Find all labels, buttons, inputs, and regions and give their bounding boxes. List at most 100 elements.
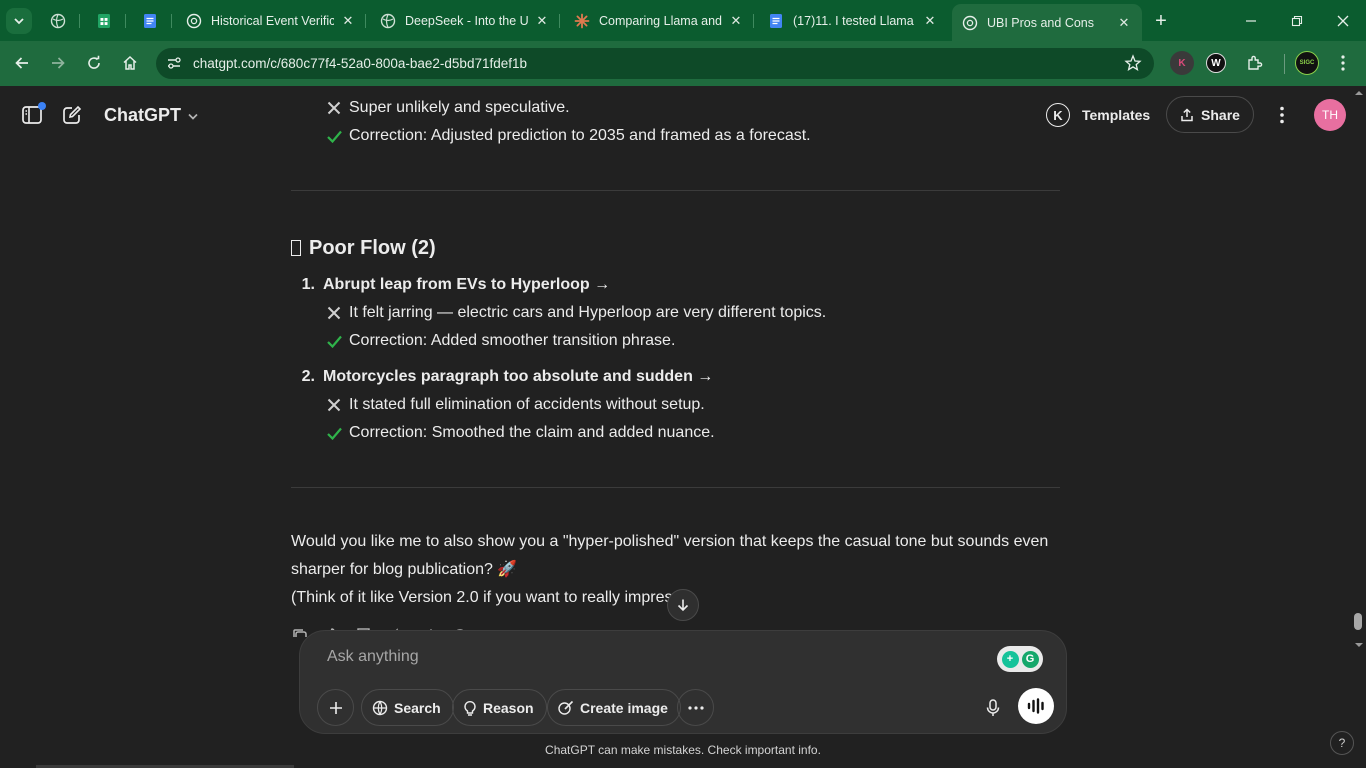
grammarly-widget[interactable]: + G bbox=[997, 646, 1043, 672]
grammarly-assist-icon: + bbox=[1001, 650, 1019, 668]
disclaimer-text: ChatGPT can make mistakes. Check importa… bbox=[545, 743, 821, 757]
toolbar-divider bbox=[1284, 54, 1285, 74]
address-bar[interactable]: chatgpt.com/c/680c77f4-52a0-800a-bae2-d5… bbox=[156, 48, 1154, 79]
scroll-up-arrow-icon[interactable] bbox=[1354, 90, 1364, 96]
extension-k-icon[interactable]: K bbox=[1170, 51, 1194, 75]
sidebar-toggle-icon[interactable] bbox=[20, 102, 46, 127]
check-icon bbox=[327, 335, 349, 348]
minimize-icon bbox=[1246, 19, 1256, 22]
close-tab-icon[interactable]: ✕ bbox=[340, 13, 356, 29]
restore-icon bbox=[1291, 15, 1303, 26]
numbered-item-title: 2. Motorcycles paragraph too absolute and… bbox=[301, 368, 714, 385]
browser-toolbar: chatgpt.com/c/680c77f4-52a0-800a-bae2-d5… bbox=[0, 41, 1366, 86]
help-button[interactable]: ? bbox=[1330, 731, 1354, 755]
closing-paragraph-line: (Think of it like Version 2.0 if you wan… bbox=[291, 589, 673, 606]
cross-icon bbox=[327, 398, 349, 412]
tab-comparing-llama[interactable]: Comparing Llama and ( ✕ bbox=[564, 6, 754, 35]
more-tools-button[interactable] bbox=[677, 689, 714, 726]
copy-icon[interactable] bbox=[291, 627, 309, 637]
tab-pinned-docs[interactable] bbox=[132, 6, 172, 35]
bookmark-star-icon[interactable] bbox=[1124, 54, 1142, 77]
browser-tab-strip: Historical Event Verifica ✕ DeepSeek - I… bbox=[0, 0, 1366, 41]
minimize-button[interactable] bbox=[1228, 0, 1274, 41]
voice-mode-button[interactable] bbox=[1018, 688, 1054, 724]
arrow-down-icon bbox=[677, 599, 689, 612]
close-tab-icon[interactable]: ✕ bbox=[922, 13, 938, 29]
plus-icon bbox=[329, 701, 342, 714]
docs-icon bbox=[768, 13, 784, 29]
close-tab-icon[interactable]: ✕ bbox=[534, 13, 550, 29]
back-button[interactable] bbox=[8, 49, 36, 77]
microphone-icon bbox=[986, 699, 1000, 716]
profile-avatar[interactable]: SIGC bbox=[1295, 51, 1319, 75]
templates-label: Templates bbox=[1082, 107, 1151, 123]
model-name: ChatGPT bbox=[104, 105, 182, 125]
chevron-down-icon bbox=[14, 18, 24, 25]
app-header: ChatGPT K Templates Share TH bbox=[0, 86, 1352, 144]
dictate-button[interactable] bbox=[976, 691, 1010, 725]
close-icon bbox=[1337, 15, 1349, 26]
tab-deepseek[interactable]: DeepSeek - Into the Un ✕ bbox=[370, 6, 560, 35]
share-icon bbox=[1181, 107, 1193, 121]
close-tab-icon[interactable]: ✕ bbox=[728, 13, 744, 29]
scroll-down-arrow-icon[interactable] bbox=[1354, 642, 1364, 648]
tab-ubi-pros-cons[interactable]: UBI Pros and Cons ✕ bbox=[952, 4, 1142, 41]
extensions-puzzle-icon[interactable] bbox=[1243, 51, 1267, 75]
share-button[interactable]: Share bbox=[1166, 96, 1254, 133]
tab-search-button[interactable] bbox=[6, 8, 32, 34]
arrow-right-icon bbox=[52, 57, 65, 69]
new-tab-button[interactable]: + bbox=[1148, 8, 1174, 34]
check-icon bbox=[327, 427, 349, 440]
lightbulb-icon bbox=[464, 700, 476, 716]
url-text: chatgpt.com/c/680c77f4-52a0-800a-bae2-d5… bbox=[193, 56, 527, 71]
voice-waveform-icon bbox=[1027, 698, 1044, 714]
closing-paragraph-line: Would you like me to also show you a "hy… bbox=[291, 533, 1049, 550]
home-icon bbox=[123, 55, 137, 70]
chevron-down-icon bbox=[187, 110, 199, 122]
prompt-input[interactable]: Ask anything bbox=[327, 648, 419, 666]
scroll-to-bottom-button[interactable] bbox=[667, 589, 699, 621]
templates-button[interactable]: K Templates bbox=[1046, 102, 1150, 128]
new-chat-icon[interactable] bbox=[60, 103, 84, 127]
reload-button[interactable] bbox=[80, 49, 108, 77]
create-image-label: Create image bbox=[580, 699, 668, 716]
templates-k-icon: K bbox=[1046, 103, 1070, 127]
search-label: Search bbox=[394, 699, 441, 716]
search-button[interactable]: Search bbox=[361, 689, 454, 726]
openai-icon bbox=[962, 15, 978, 31]
divider bbox=[291, 190, 1060, 191]
extension-w-icon[interactable]: W bbox=[1206, 53, 1226, 73]
model-selector[interactable]: ChatGPT bbox=[104, 105, 199, 126]
image-brush-icon bbox=[558, 700, 574, 715]
forward-button[interactable] bbox=[44, 49, 72, 77]
user-avatar[interactable]: TH bbox=[1314, 99, 1346, 131]
openai-icon bbox=[186, 13, 202, 29]
notification-dot bbox=[38, 102, 46, 110]
tab-historical-event[interactable]: Historical Event Verifica ✕ bbox=[176, 6, 366, 35]
list-item: It stated full elimination of accidents … bbox=[327, 391, 705, 419]
attach-button[interactable] bbox=[317, 689, 354, 726]
more-options-icon[interactable] bbox=[1270, 103, 1294, 127]
sheets-icon bbox=[96, 13, 112, 29]
tab-pinned-globe[interactable] bbox=[40, 6, 80, 35]
page-scrollbar[interactable] bbox=[1352, 86, 1366, 768]
create-image-button[interactable]: Create image bbox=[547, 689, 681, 726]
reason-button[interactable]: Reason bbox=[452, 689, 547, 726]
docs-icon bbox=[142, 13, 158, 29]
globe-icon bbox=[380, 13, 396, 29]
list-item: Correction: Added smoother transition ph… bbox=[327, 327, 675, 355]
restore-button[interactable] bbox=[1274, 0, 1320, 41]
tab-tested-llama[interactable]: (17)11. I tested Llama a ✕ bbox=[758, 6, 948, 35]
cross-icon bbox=[327, 306, 349, 320]
browser-menu-icon[interactable] bbox=[1331, 51, 1355, 75]
site-info-icon[interactable] bbox=[163, 52, 185, 74]
home-button[interactable] bbox=[116, 49, 144, 77]
reason-label: Reason bbox=[483, 699, 534, 716]
scrollbar-thumb[interactable] bbox=[1354, 613, 1362, 630]
message-composer: Ask anything + G Search Reason Create im… bbox=[299, 630, 1067, 734]
close-tab-icon[interactable]: ✕ bbox=[1116, 15, 1132, 31]
chatgpt-app: ChatGPT K Templates Share TH Super unlik… bbox=[0, 86, 1366, 768]
tab-pinned-sheets[interactable] bbox=[86, 6, 126, 35]
numbered-item-title: 1. Abrupt leap from EVs to Hyperloop → bbox=[301, 276, 611, 293]
close-window-button[interactable] bbox=[1320, 0, 1366, 41]
